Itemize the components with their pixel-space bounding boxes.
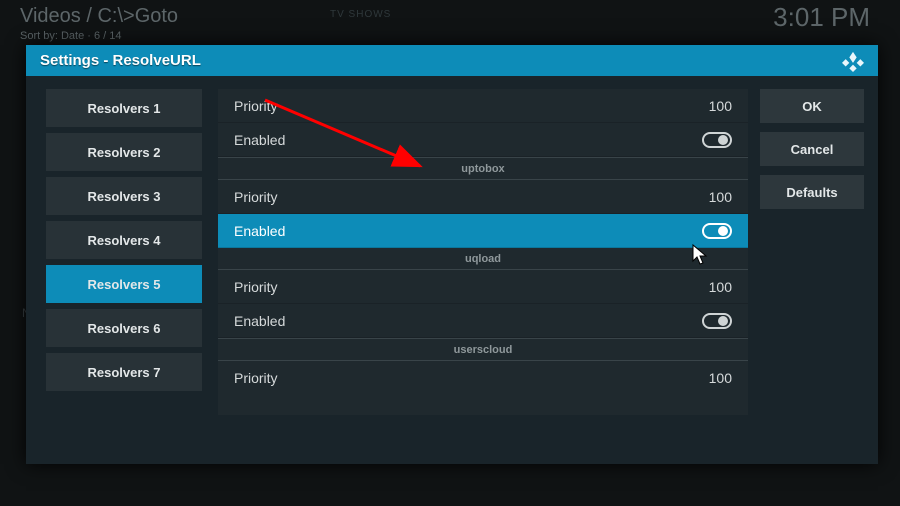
row-label: Enabled	[234, 313, 285, 329]
row-label: Priority	[234, 98, 278, 114]
window-body: Resolvers 1 Resolvers 2 Resolvers 3 Reso…	[26, 76, 878, 464]
toggle-icon	[702, 223, 732, 239]
group-header-uqload: uqload	[218, 248, 748, 270]
row-priority[interactable]: Priority 100	[218, 89, 748, 123]
nav-resolvers-6[interactable]: Resolvers 6	[46, 309, 202, 347]
settings-window: Settings - ResolveURL Resolvers 1 Resolv…	[26, 45, 878, 464]
background-tab-tvshows: TV SHOWS	[330, 9, 391, 20]
ok-button[interactable]: OK	[760, 89, 864, 123]
nav-resolvers-5[interactable]: Resolvers 5	[46, 265, 202, 303]
row-uqload-priority[interactable]: Priority 100	[218, 270, 748, 304]
group-header-userscloud: userscloud	[218, 339, 748, 361]
row-uptobox-priority[interactable]: Priority 100	[218, 180, 748, 214]
row-label: Enabled	[234, 223, 285, 239]
toggle-icon	[702, 313, 732, 329]
row-value: 100	[709, 189, 732, 205]
background-clock: 3:01 PM	[773, 2, 870, 33]
row-value: 100	[709, 98, 732, 114]
nav-resolvers-4[interactable]: Resolvers 4	[46, 221, 202, 259]
row-uptobox-enabled[interactable]: Enabled	[218, 214, 748, 248]
row-value: 100	[709, 370, 732, 386]
group-header-uptobox: uptobox	[218, 158, 748, 180]
row-uqload-enabled[interactable]: Enabled	[218, 304, 748, 338]
defaults-button[interactable]: Defaults	[760, 175, 864, 209]
kodi-logo-icon	[842, 50, 864, 72]
row-value: 100	[709, 279, 732, 295]
settings-list: Priority 100 Enabled uptobox Priority 10…	[218, 89, 748, 415]
row-label: Priority	[234, 279, 278, 295]
row-label: Enabled	[234, 132, 285, 148]
background-header: Videos / C:\>Goto Sort by: Date · 6 / 14	[20, 5, 178, 42]
nav-resolvers-7[interactable]: Resolvers 7	[46, 353, 202, 391]
row-label: Priority	[234, 189, 278, 205]
background-sort: Sort by: Date · 6 / 14	[20, 30, 178, 42]
window-title: Settings - ResolveURL	[40, 52, 201, 69]
toggle-icon	[702, 132, 732, 148]
action-buttons: OK Cancel Defaults	[760, 89, 878, 464]
row-userscloud-priority[interactable]: Priority 100	[218, 361, 748, 395]
titlebar: Settings - ResolveURL	[26, 45, 878, 76]
row-label: Priority	[234, 370, 278, 386]
nav-resolvers-1[interactable]: Resolvers 1	[46, 89, 202, 127]
background-title: Videos / C:\>Goto	[20, 5, 178, 28]
row-enabled[interactable]: Enabled	[218, 123, 748, 157]
nav-resolvers-3[interactable]: Resolvers 3	[46, 177, 202, 215]
category-nav: Resolvers 1 Resolvers 2 Resolvers 3 Reso…	[26, 89, 212, 464]
nav-resolvers-2[interactable]: Resolvers 2	[46, 133, 202, 171]
cancel-button[interactable]: Cancel	[760, 132, 864, 166]
